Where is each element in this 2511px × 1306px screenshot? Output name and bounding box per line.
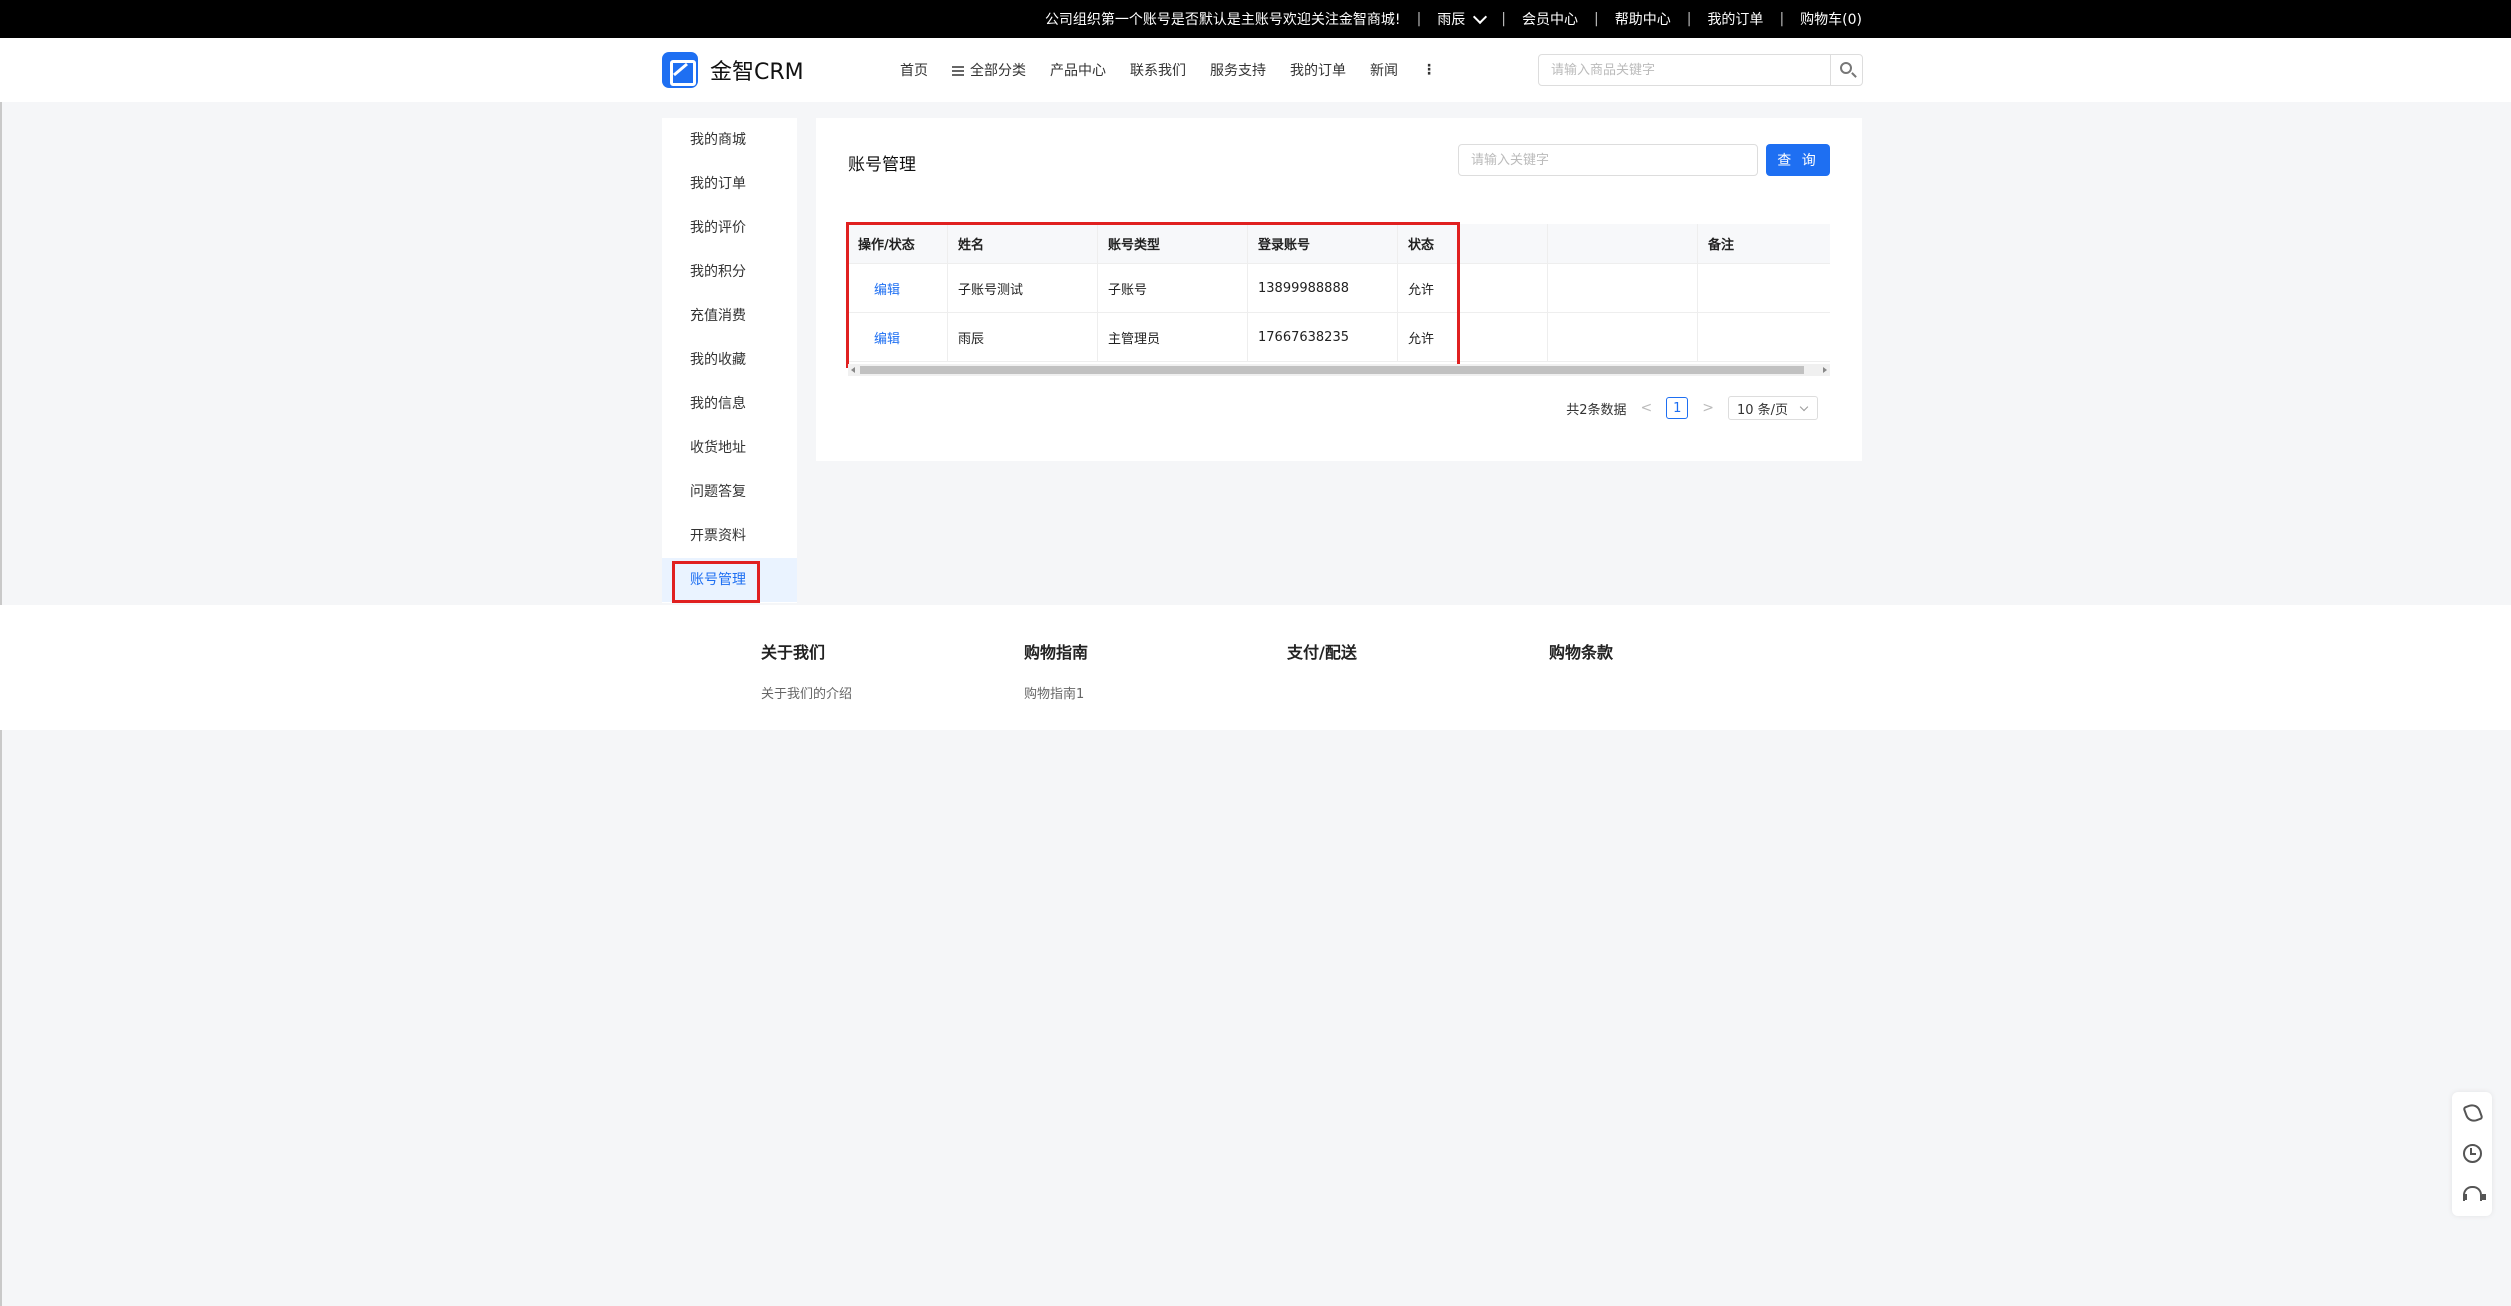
- scroll-thumb[interactable]: [860, 366, 1804, 374]
- product-search-input[interactable]: [1539, 55, 1831, 85]
- footer-link[interactable]: 关于我们的介绍: [761, 683, 852, 702]
- footer-col-guide: 购物指南 购物指南1: [1024, 639, 1088, 702]
- page-title: 账号管理: [848, 155, 916, 175]
- cart-link[interactable]: 购物车(0): [1800, 9, 1862, 29]
- chevron-down-icon: [1799, 402, 1809, 412]
- query-button[interactable]: 查 询: [1766, 144, 1830, 176]
- help-center-link[interactable]: 帮助中心: [1615, 9, 1671, 29]
- sidebar-item-favorites[interactable]: 我的收藏: [662, 338, 797, 382]
- keyword-search-input[interactable]: [1458, 144, 1758, 176]
- sidebar-item-my-points[interactable]: 我的积分: [662, 250, 797, 294]
- nav-products[interactable]: 产品中心: [1050, 60, 1106, 80]
- footer-col-about: 关于我们 关于我们的介绍: [761, 639, 852, 702]
- scroll-right-icon[interactable]: [1823, 367, 1827, 373]
- page-size-select[interactable]: 10 条/页: [1728, 396, 1818, 420]
- sidebar-item-my-mall[interactable]: 我的商城: [662, 118, 797, 162]
- footer-heading: 购物条款: [1549, 643, 1614, 662]
- nav-news[interactable]: 新闻: [1370, 60, 1398, 80]
- product-search: [1538, 54, 1863, 86]
- active-item-highlight: [672, 561, 760, 603]
- scroll-left-icon[interactable]: [851, 367, 855, 373]
- user-menu[interactable]: 雨辰: [1437, 9, 1488, 29]
- cell-remark: [1698, 264, 1830, 312]
- col-extra: [1548, 224, 1698, 263]
- footer-heading: 关于我们: [761, 643, 826, 662]
- floating-toolbar: [2452, 1092, 2492, 1216]
- cell-extra: [1548, 313, 1698, 361]
- footer-col-payment: 支付/配送: [1287, 639, 1357, 663]
- phone-icon[interactable]: [2462, 1102, 2482, 1122]
- next-page-button[interactable]: >: [1702, 400, 1714, 416]
- sidebar-item-recharge[interactable]: 充值消费: [662, 294, 797, 338]
- more-menu-icon[interactable]: ⋮: [1422, 62, 1436, 78]
- table-horizontal-scrollbar[interactable]: [848, 364, 1830, 376]
- sidebar-item-my-reviews[interactable]: 我的评价: [662, 206, 797, 250]
- footer-heading: 购物指南: [1024, 643, 1089, 662]
- footer-link[interactable]: 购物指南1: [1024, 683, 1088, 702]
- nav-home[interactable]: 首页: [900, 60, 928, 80]
- cell-remark: [1698, 313, 1830, 361]
- list-icon: [952, 66, 964, 76]
- headset-icon[interactable]: [2462, 1184, 2486, 1204]
- logo-icon: [662, 52, 698, 88]
- top-bar: 公司组织第一个账号是否默认是主账号欢迎关注金智商城! | 雨辰 | 会员中心 |…: [0, 0, 2511, 38]
- total-count: 共2条数据: [1566, 402, 1627, 418]
- user-name: 雨辰: [1437, 12, 1466, 28]
- sidebar: 我的商城 我的订单 我的评价 我的积分 充值消费 我的收藏 我的信息 收货地址 …: [662, 118, 797, 603]
- nav-orders[interactable]: 我的订单: [1290, 60, 1346, 80]
- logo-text: 金智CRM: [710, 60, 804, 85]
- chevron-down-icon: [1473, 9, 1488, 24]
- main-nav: 首页 全部分类 产品中心 联系我们 服务支持 我的订单 新闻 ⋮: [900, 58, 1436, 82]
- nav-all-categories[interactable]: 全部分类: [952, 60, 1026, 80]
- nav-service[interactable]: 服务支持: [1210, 60, 1266, 80]
- footer-col-terms: 购物条款: [1549, 639, 1613, 663]
- my-orders-link[interactable]: 我的订单: [1707, 9, 1763, 29]
- pagination: 共2条数据 < 1 > 10 条/页: [1566, 396, 1818, 420]
- footer-heading: 支付/配送: [1287, 643, 1357, 662]
- col-remark: 备注: [1708, 238, 1735, 253]
- sidebar-item-invoice[interactable]: 开票资料: [662, 514, 797, 558]
- sidebar-item-qa[interactable]: 问题答复: [662, 470, 797, 514]
- product-search-button[interactable]: [1830, 55, 1862, 85]
- footer: 关于我们 关于我们的介绍 购物指南 购物指南1 支付/配送 购物条款: [0, 605, 2511, 730]
- logo[interactable]: 金智CRM: [662, 52, 804, 88]
- top-notice: 公司组织第一个账号是否默认是主账号欢迎关注金智商城!: [1044, 12, 1401, 28]
- clock-icon[interactable]: [2462, 1143, 2482, 1163]
- sidebar-item-my-info[interactable]: 我的信息: [662, 382, 797, 426]
- member-center-link[interactable]: 会员中心: [1522, 9, 1578, 29]
- table-highlight-box: [846, 222, 1460, 368]
- nav-contact[interactable]: 联系我们: [1130, 60, 1186, 80]
- sidebar-item-address[interactable]: 收货地址: [662, 426, 797, 470]
- page-1-button[interactable]: 1: [1666, 397, 1689, 419]
- sidebar-item-my-orders[interactable]: 我的订单: [662, 162, 797, 206]
- cell-extra: [1548, 264, 1698, 312]
- account-panel: 账号管理 查 询 操作/状态 姓名 账号类型 登录账号 状态 备注 编辑 子账号…: [816, 118, 1862, 461]
- prev-page-button[interactable]: <: [1641, 400, 1653, 416]
- search-icon: [1840, 62, 1852, 74]
